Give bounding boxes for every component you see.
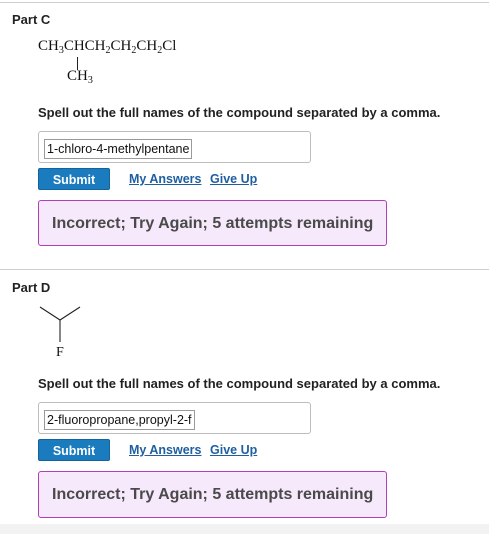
part-d-submit-button[interactable]: Submit xyxy=(38,439,110,461)
part-d-fluorine-label: F xyxy=(56,345,64,360)
top-divider xyxy=(0,2,489,3)
part-c-give-up-link[interactable]: Give Up xyxy=(210,172,257,186)
part-d-give-up-link[interactable]: Give Up xyxy=(210,443,257,457)
part-c-formula-main: CH3CHCH2CH2CH2Cl xyxy=(38,38,177,56)
part-c-answer-field[interactable]: 1-chloro-4-methylpentane xyxy=(38,131,311,163)
part-c-feedback-box: Incorrect; Try Again; 5 attempts remaini… xyxy=(38,200,387,246)
part-c-feedback-text: Incorrect; Try Again; 5 attempts remaini… xyxy=(52,215,374,232)
part-d-feedback-text: Incorrect; Try Again; 5 attempts remaini… xyxy=(52,486,374,503)
part-d-my-answers-link[interactable]: My Answers xyxy=(129,443,201,457)
bottom-strip xyxy=(0,524,489,534)
part-c-formula-branch: CH3 xyxy=(67,68,93,86)
part-d-bond-left xyxy=(39,306,61,321)
part-d-title: Part D xyxy=(12,280,51,295)
part-c-my-answers-link[interactable]: My Answers xyxy=(129,172,201,186)
part-c-submit-button[interactable]: Submit xyxy=(38,168,110,190)
part-d-answer-value[interactable]: 2-fluoropropane,propyl-2-f xyxy=(44,410,195,430)
part-d-answer-field[interactable]: 2-fluoropropane,propyl-2-f xyxy=(38,402,311,434)
part-d-feedback-box: Incorrect; Try Again; 5 attempts remaini… xyxy=(38,471,387,518)
part-c-prompt: Spell out the full names of the compound… xyxy=(38,105,441,120)
part-d-skeletal-structure xyxy=(39,306,81,342)
part-d-bond-right xyxy=(59,306,81,321)
part-d-prompt: Spell out the full names of the compound… xyxy=(38,376,441,391)
part-c-answer-value[interactable]: 1-chloro-4-methylpentane xyxy=(44,139,193,159)
part-divider xyxy=(0,269,489,270)
part-c-title: Part C xyxy=(12,12,51,27)
